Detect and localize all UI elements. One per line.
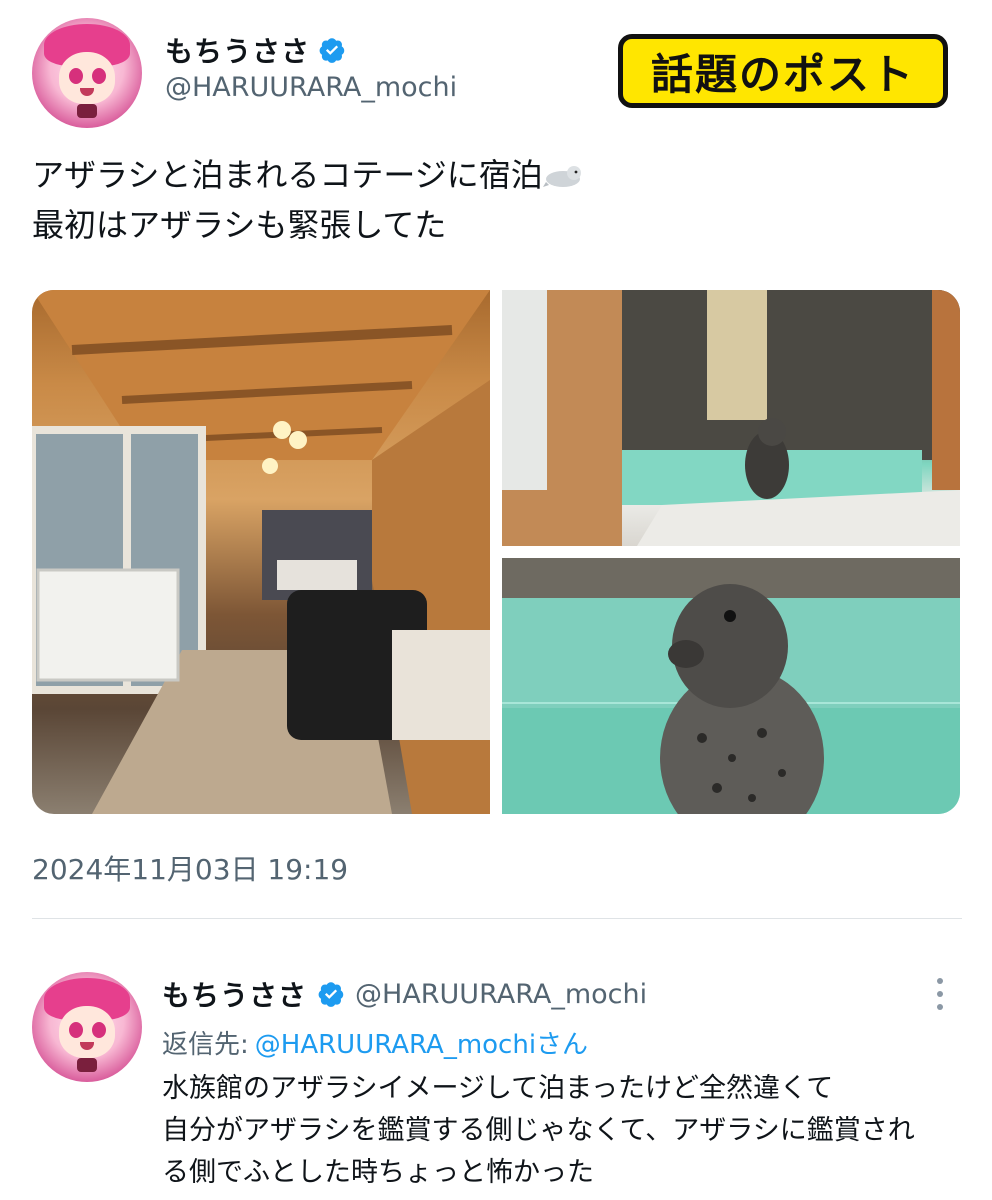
reply-text: 水族館のアザラシイメージして泊まったけど全然違くて 自分がアザラシを鑑賞する側じ… <box>162 1068 915 1194</box>
reply-author-handle[interactable]: @HARUURARA_mochi <box>355 979 647 1010</box>
cottage-interior-illustration <box>32 290 490 814</box>
reply-to-label: 返信先: <box>162 1030 249 1060</box>
avatar-eye-right <box>92 68 106 84</box>
photo-seal-pool-bedroom[interactable] <box>502 290 960 546</box>
more-options-icon[interactable] <box>930 975 950 1015</box>
divider <box>32 918 962 919</box>
avatar-eye-left <box>69 68 83 84</box>
reply-header: もちうささ @HARUURARA_mochi <box>162 974 647 1014</box>
photo-cottage-interior[interactable] <box>32 290 490 814</box>
post-timestamp[interactable]: 2024年11月03日 19:19 <box>32 848 348 888</box>
reply-to-row: 返信先: @HARUURARA_mochiさん <box>162 1024 588 1061</box>
post-text: アザラシと泊まれるコテージに宿泊 最初はアザラシも緊張してた <box>32 150 583 250</box>
verified-badge-icon <box>318 982 344 1007</box>
reply-text-line-1: 水族館のアザラシイメージして泊まったけど全然違くて <box>162 1073 834 1104</box>
reply-text-line-2: 自分がアザラシを鑑賞する側じゃなくて、アザラシに鑑賞され <box>162 1115 915 1146</box>
reply-text-line-3: る側でふとした時ちょっと怖かった <box>162 1157 594 1188</box>
avatar-eye-left <box>69 1022 83 1038</box>
post-text-line-2: 最初はアザラシも緊張してた <box>32 206 447 244</box>
photo-seal-closeup[interactable] <box>502 558 960 814</box>
reply-author-avatar[interactable] <box>32 972 142 1082</box>
avatar-eye-right <box>92 1022 106 1038</box>
avatar-face <box>59 1006 115 1058</box>
seal-pool-bedroom-illustration <box>502 290 960 546</box>
reply-author-name[interactable]: もちうささ <box>162 974 307 1014</box>
avatar-face <box>59 52 115 104</box>
post-text-line-1-content: アザラシと泊まれるコテージに宿泊 <box>32 156 543 194</box>
avatar-bow <box>77 1058 97 1072</box>
post-text-line-1: アザラシと泊まれるコテージに宿泊 <box>32 150 583 200</box>
seal-closeup-illustration <box>502 558 960 814</box>
trending-post-badge: 話題のポスト <box>618 34 948 108</box>
author-name[interactable]: もちうささ <box>165 30 310 70</box>
author-handle[interactable]: @HARUURARA_mochi <box>165 72 457 103</box>
author-name-row[interactable]: もちうささ <box>165 30 346 70</box>
seal-emoji-icon <box>542 166 581 187</box>
reply-to-handle-link[interactable]: @HARUURARA_mochiさん <box>255 1024 588 1061</box>
verified-badge-icon <box>319 38 345 63</box>
author-avatar[interactable] <box>32 18 142 128</box>
avatar-bow <box>77 104 97 118</box>
